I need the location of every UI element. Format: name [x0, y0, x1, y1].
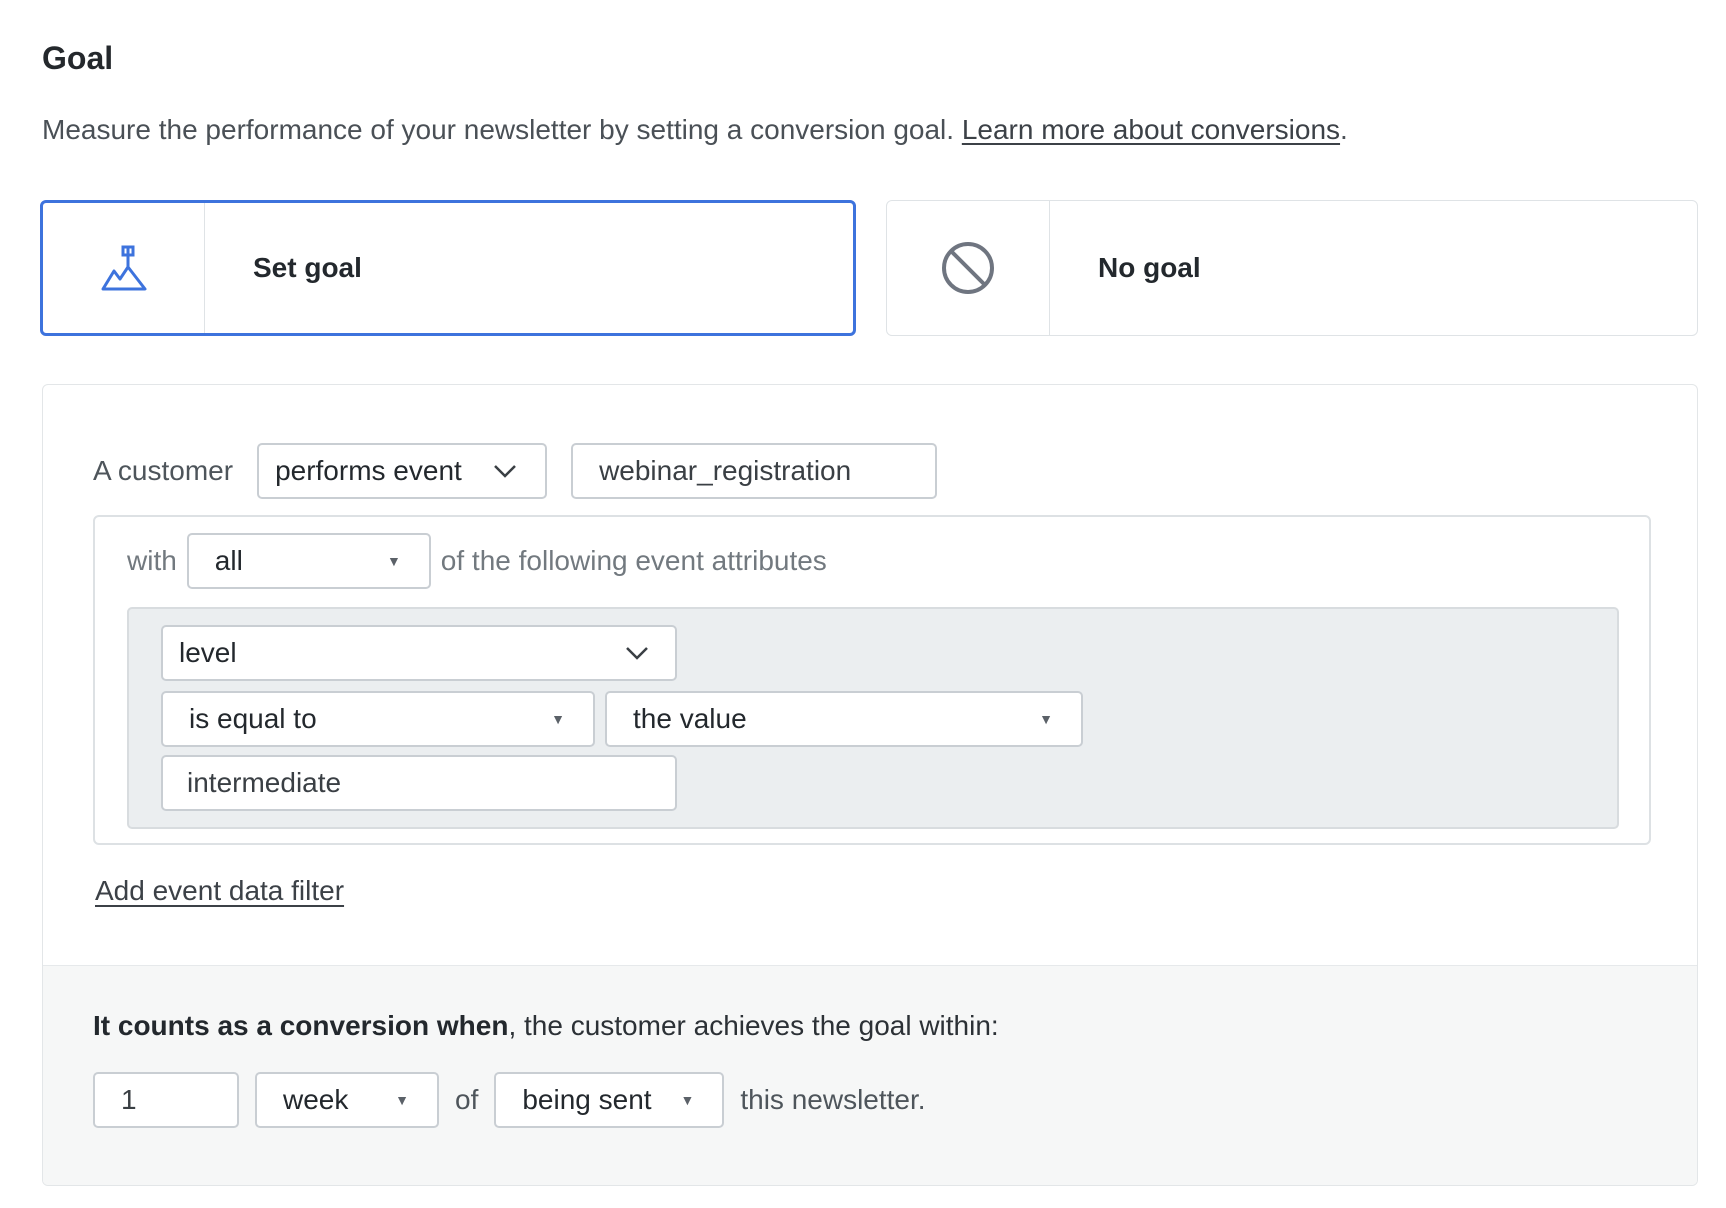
- attribute-value-input[interactable]: intermediate: [161, 755, 677, 811]
- window-trigger-value: being sent: [522, 1084, 652, 1115]
- attribute-filter: level is equal to ▼ the value ▼ intermed…: [127, 607, 1619, 829]
- of-label: of: [455, 1084, 479, 1115]
- value-type-select[interactable]: the value ▼: [605, 691, 1083, 747]
- attributes-suffix: of the following event attributes: [440, 545, 827, 576]
- no-goal-icon-cell: [887, 201, 1050, 335]
- no-goal-option[interactable]: No goal: [886, 200, 1698, 336]
- attribute-name-select[interactable]: level: [161, 625, 677, 681]
- goal-config-panel: A customer performs event webinar_regist…: [42, 384, 1698, 1186]
- description-period: .: [1340, 114, 1348, 145]
- window-amount-value: 1: [121, 1084, 137, 1115]
- match-select-value: all: [214, 545, 243, 576]
- conversion-window-row: 1 week ▼ of being sent ▼ this newsletter…: [93, 1072, 926, 1128]
- customer-label: A customer: [93, 455, 234, 486]
- caret-down-icon: ▼: [1039, 711, 1053, 727]
- prohibited-icon: [942, 242, 994, 294]
- operator-select-value: is equal to: [189, 703, 317, 734]
- attribute-name-value: level: [179, 637, 237, 668]
- value-type-select-value: the value: [633, 703, 747, 734]
- with-label: with: [127, 545, 177, 576]
- add-event-data-filter-link[interactable]: Add event data filter: [95, 875, 344, 907]
- caret-down-icon: ▼: [386, 553, 401, 569]
- no-goal-label: No goal: [1098, 252, 1201, 283]
- action-select-value: performs event: [275, 455, 462, 486]
- learn-more-link[interactable]: Learn more about conversions: [962, 114, 1340, 145]
- goal-title: Goal: [42, 40, 114, 76]
- event-name-input[interactable]: webinar_registration: [571, 443, 938, 499]
- customer-condition-row: A customer performs event webinar_regist…: [93, 443, 938, 499]
- caret-down-icon: ▼: [680, 1092, 695, 1108]
- attribute-filter-group: with all ▼ of the following event attrib…: [93, 515, 1651, 845]
- window-unit-select[interactable]: week ▼: [255, 1072, 439, 1128]
- conversion-heading-bold: It counts as a conversion when: [93, 1010, 509, 1041]
- match-select[interactable]: all ▼: [186, 533, 431, 589]
- conversion-heading: It counts as a conversion when, the cust…: [93, 1010, 999, 1042]
- chevron-down-icon: [626, 647, 648, 660]
- set-goal-option[interactable]: Set goal: [40, 200, 856, 336]
- mountain-flag-icon: [101, 245, 146, 291]
- newsletter-suffix: this newsletter.: [740, 1084, 926, 1115]
- set-goal-label: Set goal: [253, 252, 362, 283]
- match-row: with all ▼ of the following event attrib…: [127, 533, 827, 589]
- conversion-heading-rest: , the customer achieves the goal within:: [508, 1010, 999, 1041]
- event-name-value: webinar_registration: [599, 455, 852, 486]
- window-trigger-select[interactable]: being sent ▼: [494, 1072, 725, 1128]
- action-select[interactable]: performs event: [257, 443, 548, 499]
- caret-down-icon: ▼: [395, 1092, 409, 1108]
- goal-description: Measure the performance of your newslett…: [42, 114, 1348, 146]
- operator-select[interactable]: is equal to ▼: [161, 691, 595, 747]
- caret-down-icon: ▼: [551, 711, 565, 727]
- chevron-down-icon: [494, 465, 516, 478]
- conversion-window-section: It counts as a conversion when, the cust…: [43, 965, 1697, 1185]
- description-text: Measure the performance of your newslett…: [42, 114, 955, 145]
- window-unit-value: week: [283, 1084, 349, 1115]
- attribute-value: intermediate: [187, 767, 342, 798]
- window-amount-input[interactable]: 1: [93, 1072, 239, 1128]
- set-goal-icon-cell: [43, 203, 205, 333]
